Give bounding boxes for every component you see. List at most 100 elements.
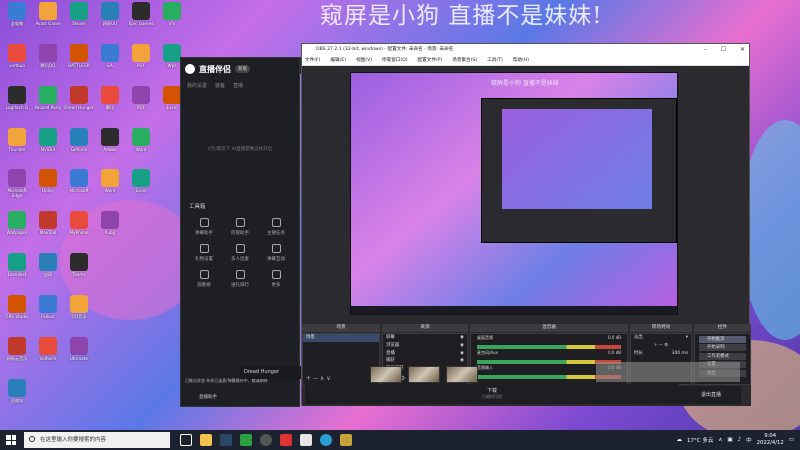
game-icon[interactable] — [340, 434, 352, 446]
desktop-icon[interactable]: MaxTool — [33, 211, 63, 240]
game-thumbnail[interactable] — [408, 366, 440, 383]
taskbar-search-input[interactable]: 在这里输入你要搜索的内容 — [24, 432, 170, 448]
desktop-icon[interactable]: 回收站 — [2, 378, 32, 408]
source-item[interactable]: 浏览器 ◉ — [383, 342, 467, 350]
desktop-icon[interactable]: Pubg — [95, 211, 125, 240]
menu-edit[interactable]: 编辑(E) — [330, 56, 346, 65]
edge-icon[interactable] — [320, 434, 332, 446]
menu-view[interactable]: 视图(V) — [356, 56, 372, 65]
steam-icon[interactable] — [220, 434, 232, 446]
desktop-icon[interactable]: Microsoft Edge — [2, 169, 32, 198]
visibility-icon[interactable]: ◉ — [460, 351, 464, 357]
desktop-icon[interactable]: MyPhone — [64, 211, 94, 240]
desktop-icon[interactable]: OBS Studio — [2, 294, 32, 324]
desktop-icon[interactable]: Uplay — [33, 169, 63, 198]
helper-tool[interactable]: 礼物设置 — [187, 244, 221, 262]
ime-icon[interactable]: 中 — [746, 436, 752, 444]
minimize-icon[interactable]: – — [704, 44, 707, 56]
volume-icon[interactable]: ♪ — [738, 437, 742, 443]
helper-tool[interactable]: 弹幕助手 — [187, 218, 221, 236]
clock[interactable]: 9:04 2022/4/12 — [757, 433, 784, 447]
desktop-icon[interactable]: Thunder — [2, 127, 32, 157]
helper-tool[interactable]: 观看榜 — [187, 270, 221, 288]
desktop-icon[interactable]: 网易UU — [95, 2, 125, 31]
menu-help[interactable]: 帮助(H) — [513, 56, 529, 65]
desktop-icon[interactable]: Avast Game — [33, 2, 63, 31]
down-icon[interactable]: ∨ — [326, 375, 330, 382]
helper-tool[interactable]: 房管助手 — [223, 218, 257, 236]
desktop-icon[interactable]: PDF — [126, 85, 156, 115]
desktop-icon[interactable]: EA — [95, 43, 125, 73]
remove-icon[interactable]: − — [659, 343, 663, 349]
desktop-icon[interactable]: 网易云音乐 — [2, 336, 32, 366]
exit-live-bar[interactable]: 退出直播 — [625, 386, 741, 404]
game-thumbnail[interactable] — [370, 366, 402, 383]
desktop-icon[interactable]: Epic Games — [126, 2, 156, 31]
visibility-icon[interactable]: ◉ — [460, 343, 464, 349]
visibility-icon[interactable]: ◉ — [460, 335, 464, 341]
helper-version-badge[interactable]: 新版 — [235, 65, 250, 73]
add-icon[interactable]: + — [654, 343, 658, 349]
desktop-icon[interactable]: Excel — [126, 169, 156, 198]
dread-hunger-bar[interactable]: Dread Hunger — [240, 366, 304, 379]
desktop-icon[interactable]: vsrtKuo — [2, 43, 32, 73]
desktop-icon[interactable]: QQ音乐 — [64, 294, 94, 324]
source-item[interactable]: 屏幕 ◉ — [383, 334, 467, 342]
menu-file[interactable]: 文件(F) — [305, 56, 320, 65]
xbox-icon[interactable] — [240, 434, 252, 446]
desktop-icon[interactable]: Paused Party — [33, 85, 63, 115]
desktop-icon[interactable]: Word — [126, 127, 156, 157]
helper-tool[interactable]: 主播任务 — [259, 218, 293, 236]
desktop-icon[interactable]: Vfx — [157, 2, 187, 31]
maximize-icon[interactable]: ☐ — [721, 44, 726, 56]
windows-start-icon[interactable] — [4, 433, 18, 447]
desktop-icon[interactable]: 腾讯QQ — [33, 43, 63, 73]
network-icon[interactable]: ▣ — [727, 437, 732, 443]
desktop-icon[interactable]: BATTLEGR — [64, 43, 94, 73]
remove-icon[interactable]: − — [313, 375, 318, 382]
helper-tab[interactable]: 直播 — [233, 82, 243, 89]
up-icon[interactable]: ∧ — [320, 375, 324, 382]
desktop-icon[interactable]: Fallout — [33, 294, 63, 324]
desktop-icon[interactable]: Ultimate — [64, 336, 94, 366]
desktop-icon[interactable]: Dread Hunger — [64, 85, 94, 115]
menu-docks[interactable]: 停靠窗口(D) — [382, 56, 408, 65]
helper-tool[interactable]: 多人连麦 — [223, 244, 257, 262]
desktop-icon[interactable]: Teams — [64, 253, 94, 282]
desktop-icon[interactable]: Logitech G — [2, 85, 32, 115]
helper-app-icon[interactable] — [300, 434, 312, 446]
helper-bottom-label[interactable]: 直播助手 — [199, 394, 217, 400]
transition-duration[interactable]: 时长 300 ms — [631, 350, 691, 358]
desktop-icon[interactable]: 战网 — [33, 253, 63, 282]
close-icon[interactable]: ✕ — [740, 44, 745, 56]
source-item[interactable]: 捕获 ◉ — [383, 357, 467, 365]
menu-scene-collection[interactable]: 场景集合(S) — [452, 56, 477, 65]
scene-item[interactable]: 场景 — [303, 334, 379, 342]
helper-tool[interactable]: 送礼排行 — [223, 270, 257, 288]
desktop-icon[interactable]: 此电脑 — [2, 2, 32, 31]
task-view-icon[interactable] — [180, 434, 192, 446]
weather-text[interactable]: 17°C 多云 — [687, 436, 713, 444]
helper-tool[interactable]: 弹幕互动 — [259, 244, 293, 262]
chevron-up-icon[interactable]: ∧ — [718, 437, 722, 443]
source-item[interactable]: 直播 ◉ — [383, 350, 467, 358]
desktop-icon[interactable]: Microsoft — [64, 169, 94, 198]
desktop-icon[interactable]: Geforce — [64, 127, 94, 157]
adobe-icon[interactable] — [280, 434, 292, 446]
helper-tab[interactable]: 我的设置 — [187, 82, 207, 89]
desktop-icon[interactable]: Adobe — [95, 127, 125, 157]
add-icon[interactable]: + — [306, 375, 311, 382]
desktop-icon[interactable]: Valheim — [33, 336, 63, 366]
start-streaming-button[interactable]: 开始推流 — [699, 335, 746, 343]
menu-tools[interactable]: 工具(T) — [487, 56, 503, 65]
desktop-icon[interactable]: NVIDIA — [33, 127, 63, 157]
weather-icon[interactable]: ☁ — [677, 437, 683, 443]
desktop-icon[interactable]: Loveliest — [2, 253, 32, 282]
notification-icon[interactable]: ▭ — [789, 437, 794, 443]
explorer-icon[interactable] — [200, 434, 212, 446]
obs-icon[interactable] — [260, 434, 272, 446]
studio-mode-button[interactable]: 工作室模式 — [699, 352, 746, 360]
visibility-icon[interactable]: ◉ — [460, 358, 464, 364]
desktop-icon[interactable]: PDF — [126, 43, 156, 73]
desktop-icon[interactable]: Word — [95, 169, 125, 198]
